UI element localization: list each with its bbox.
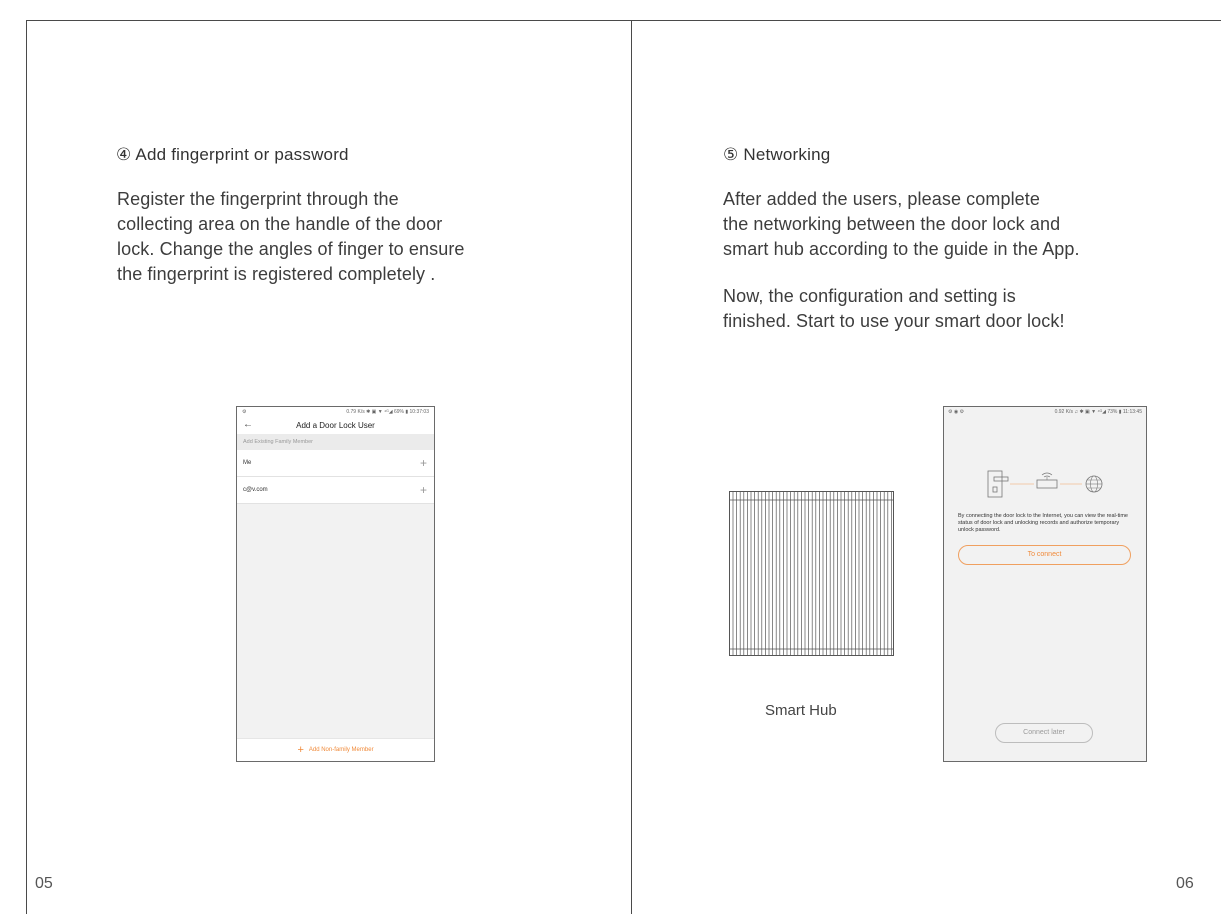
app-header: ← Add a Door Lock User xyxy=(237,416,434,434)
door-lock-icon xyxy=(987,470,1009,498)
smart-hub-label: Smart Hub xyxy=(765,702,837,719)
status-bar-right: 0.92 K/s ♫ ✱ ▣ ▼ ⁴ᴳ◢ 73% ▮ 11:13:45 xyxy=(1054,408,1142,415)
networking-description: By connecting the door lock to the Inter… xyxy=(958,513,1128,533)
paragraph-line: collecting area on the handle of the doo… xyxy=(117,214,443,234)
status-bar-right: 0.79 K/s ✱ ▣ ▼ ⁴ᴳ◢ 69% ▮ 10:37:03 xyxy=(346,408,429,415)
frame-top-border xyxy=(26,20,1221,21)
step5-paragraph-1: After added the users, please complete t… xyxy=(723,187,1080,262)
add-non-family-member-button[interactable]: + Add Non-family Member xyxy=(237,738,434,761)
back-arrow-icon[interactable]: ← xyxy=(243,419,253,431)
paragraph-line: finished. Start to use your smart door l… xyxy=(723,311,1065,331)
step4-heading: ④ Add fingerprint or password xyxy=(116,145,349,164)
list-item[interactable]: Me + xyxy=(237,450,434,477)
connect-later-button[interactable]: Connect later xyxy=(995,723,1093,743)
phone-screenshot-add-user: ⚙ 0.79 K/s ✱ ▣ ▼ ⁴ᴳ◢ 69% ▮ 10:37:03 ← Ad… xyxy=(236,406,435,762)
screen-title: Add a Door Lock User xyxy=(296,420,375,430)
network-diagram xyxy=(987,470,1103,498)
paragraph-line: lock. Change the angles of finger to ens… xyxy=(117,239,465,259)
to-connect-button[interactable]: To connect xyxy=(958,545,1131,565)
page-divider xyxy=(631,20,632,914)
status-bar: ⚙ 0.79 K/s ✱ ▣ ▼ ⁴ᴳ◢ 69% ▮ 10:37:03 xyxy=(237,407,434,416)
list-item-label: c@v.com xyxy=(243,487,268,493)
step5-paragraph-2: Now, the configuration and setting is fi… xyxy=(723,284,1065,334)
paragraph-line: Register the fingerprint through the xyxy=(117,189,399,209)
add-non-family-member-label: Add Non-family Member xyxy=(308,747,374,753)
paragraph-line: the networking between the door lock and xyxy=(723,214,1061,234)
page-number-right: 06 xyxy=(1176,875,1194,892)
status-bar-left: ⚙ xyxy=(242,408,247,415)
plus-icon: + xyxy=(297,743,304,756)
smart-hub-image xyxy=(729,491,894,656)
step5-heading: ⑤ Networking xyxy=(723,145,831,164)
paragraph-line: smart hub according to the guide in the … xyxy=(723,239,1080,259)
phone-screenshot-networking: ⚙ ◉ ⚙ 0.92 K/s ♫ ✱ ▣ ▼ ⁴ᴳ◢ 73% ▮ 11:13:4… xyxy=(943,406,1147,762)
list-item-label: Me xyxy=(243,460,252,466)
frame-left-border xyxy=(26,20,27,914)
plus-icon[interactable]: + xyxy=(420,457,427,469)
paragraph-line: Now, the configuration and setting is xyxy=(723,286,1016,306)
globe-icon xyxy=(1085,475,1103,493)
router-icon xyxy=(1036,472,1058,489)
step4-paragraph: Register the fingerprint through the col… xyxy=(117,187,465,287)
paragraph-line: After added the users, please complete xyxy=(723,189,1040,209)
status-bar: ⚙ ◉ ⚙ 0.92 K/s ♫ ✱ ▣ ▼ ⁴ᴳ◢ 73% ▮ 11:13:4… xyxy=(944,407,1146,416)
hub-grille-icon xyxy=(730,492,893,655)
section-header: Add Existing Family Member xyxy=(237,434,434,450)
list-item[interactable]: c@v.com + xyxy=(237,477,434,504)
page-number-left: 05 xyxy=(35,875,53,892)
status-bar-left: ⚙ ◉ ⚙ xyxy=(948,408,965,415)
plus-icon[interactable]: + xyxy=(420,484,427,496)
paragraph-line: the fingerprint is registered completely… xyxy=(117,264,436,284)
